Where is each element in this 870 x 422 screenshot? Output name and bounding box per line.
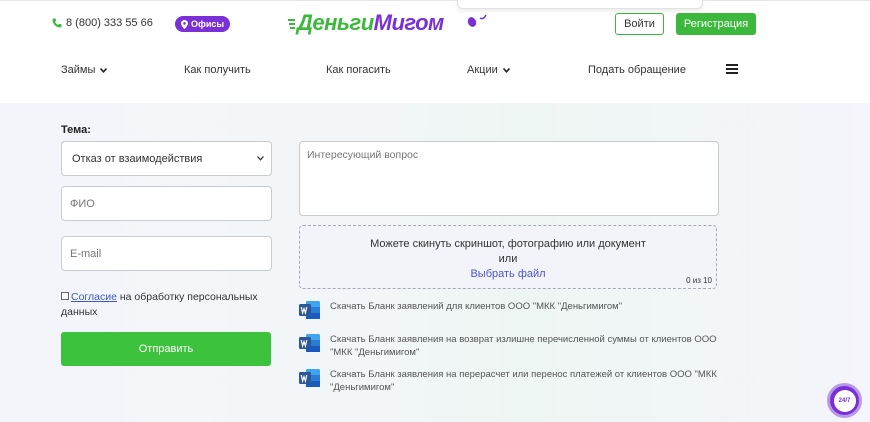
nav-item-submit-appeal[interactable]: Подать обращение: [588, 64, 686, 76]
chevron-down-icon: [100, 67, 108, 73]
dropdown-popup-edge: [457, 0, 703, 9]
theme-label: Тема:: [61, 124, 91, 136]
site-logo[interactable]: Деньги Мигом: [288, 10, 444, 36]
document-link[interactable]: Скачать Бланк заявлений для клиентов ООО…: [299, 300, 730, 320]
document-link[interactable]: Скачать Бланк заявления на перерасчет ил…: [299, 368, 730, 394]
chevron-down-icon: [257, 156, 264, 161]
document-link-text: Скачать Бланк заявления на возврат излиш…: [330, 334, 717, 358]
submit-button[interactable]: Отправить: [61, 332, 271, 366]
offices-label: Офисы: [191, 19, 225, 29]
logo-text-migom: Мигом: [373, 10, 445, 35]
phone-icon: [52, 18, 62, 28]
chat-support-button[interactable]: 24/7: [827, 383, 862, 418]
logo-text-dengi: Деньги: [297, 10, 374, 35]
nav-item-how-to-get[interactable]: Как получить: [184, 64, 251, 76]
email-placeholder: E-mail: [70, 247, 102, 260]
file-dropzone[interactable]: Можете скинуть скриншот, фотографию или …: [299, 225, 717, 289]
choose-file-link[interactable]: Выбрать файл: [300, 268, 716, 280]
nav-item-label: Как погасить: [326, 64, 391, 76]
nav-item-label: Акции: [467, 64, 498, 76]
theme-select[interactable]: Отказ от взаимодействия: [61, 141, 272, 176]
question-placeholder: Интересующий вопрос: [307, 149, 419, 161]
dropzone-or: или: [498, 253, 518, 265]
menu-burger-icon[interactable]: [726, 64, 738, 74]
login-button[interactable]: Войти: [615, 13, 664, 35]
nav-item-label: Как получить: [184, 64, 251, 76]
logo-leaf-icon: [467, 14, 487, 27]
phone-number: 8 (800) 333 55 66: [66, 17, 153, 29]
site-header: 8 (800) 333 55 66 Офисы Деньги Мигом Войт…: [0, 0, 870, 103]
nav-item-label: Подать обращение: [588, 64, 686, 76]
consent-link[interactable]: Согласие: [71, 291, 117, 303]
email-input[interactable]: E-mail: [61, 236, 272, 271]
offices-badge[interactable]: Офисы: [175, 16, 231, 32]
fio-input[interactable]: ФИО: [61, 186, 272, 221]
logo-speed-lines-icon: [288, 19, 295, 29]
document-link-text: Скачать Бланк заявлений для клиентов ООО…: [330, 301, 623, 312]
nav-item-label: Займы: [61, 64, 96, 76]
consent-row: Согласие на обработку персональных данны…: [61, 290, 271, 320]
question-textarea[interactable]: Интересующий вопрос: [299, 141, 719, 216]
dropzone-hint: Можете скинуть скриншот, фотографию или …: [370, 238, 646, 250]
theme-selected-value: Отказ от взаимодействия: [72, 152, 203, 165]
document-link-text: Скачать Бланк заявления на перерасчет ил…: [330, 369, 717, 393]
word-document-icon: [299, 369, 320, 387]
nav-item-how-to-repay[interactable]: Как погасить: [326, 64, 391, 76]
location-pin-icon: [181, 19, 188, 29]
document-link[interactable]: Скачать Бланк заявления на возврат излиш…: [299, 333, 730, 359]
nav-item-promotions[interactable]: Акции: [467, 64, 510, 76]
nav-item-loans[interactable]: Займы: [61, 64, 108, 76]
chevron-down-icon: [502, 67, 510, 73]
phone-link[interactable]: 8 (800) 333 55 66: [52, 17, 153, 29]
file-count: 0 из 10: [686, 276, 712, 285]
fio-placeholder: ФИО: [70, 197, 95, 210]
appeal-form-section: Тема: Отказ от взаимодействия ФИО E-mail…: [0, 103, 870, 422]
chat-label: 24/7: [833, 389, 856, 412]
word-document-icon: [299, 334, 320, 352]
word-document-icon: [299, 301, 320, 319]
consent-checkbox[interactable]: [61, 292, 69, 300]
register-button[interactable]: Регистрация: [676, 13, 756, 35]
